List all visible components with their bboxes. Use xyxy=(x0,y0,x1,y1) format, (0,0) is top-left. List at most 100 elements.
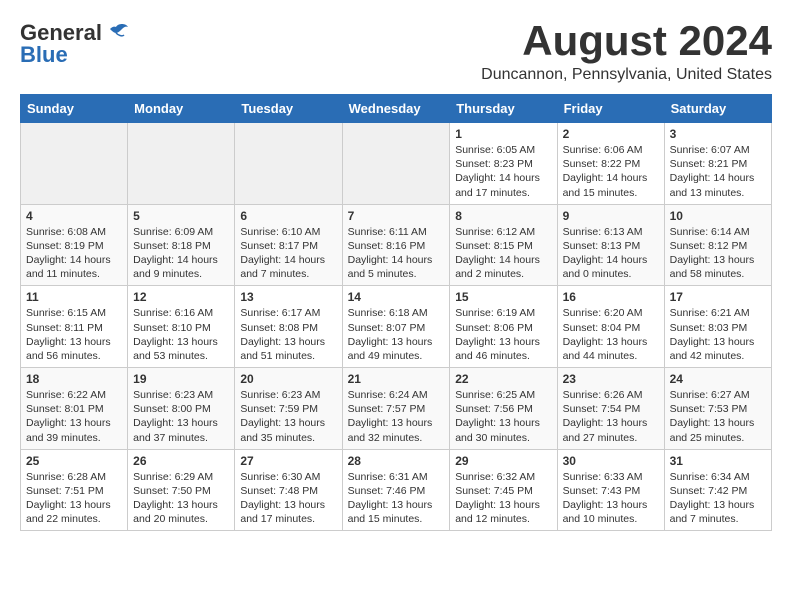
calendar-cell: 16 Sunrise: 6:20 AM Sunset: 8:04 PM Dayli… xyxy=(557,286,664,368)
week-row-5: 25 Sunrise: 6:28 AM Sunset: 7:51 PM Dayli… xyxy=(21,449,772,531)
day-number: 3 xyxy=(670,127,766,141)
day-info: Sunrise: 6:28 AM Sunset: 7:51 PM Dayligh… xyxy=(26,470,122,527)
calendar-cell xyxy=(342,123,450,205)
day-number: 14 xyxy=(348,290,445,304)
day-info: Sunrise: 6:17 AM Sunset: 8:08 PM Dayligh… xyxy=(240,306,336,363)
day-number: 11 xyxy=(26,290,122,304)
day-info: Sunrise: 6:29 AM Sunset: 7:50 PM Dayligh… xyxy=(133,470,229,527)
day-number: 31 xyxy=(670,454,766,468)
calendar-body: 1Sunrise: 6:05 AM Sunset: 8:23 PM Daylig… xyxy=(21,123,772,531)
calendar-cell xyxy=(128,123,235,205)
day-number: 24 xyxy=(670,372,766,386)
calendar-cell: 10 Sunrise: 6:14 AM Sunset: 8:12 PM Dayli… xyxy=(664,204,771,286)
calendar-cell: 12Sunrise: 6:16 AM Sunset: 8:10 PM Dayli… xyxy=(128,286,235,368)
day-header-tuesday: Tuesday xyxy=(235,95,342,123)
day-info: Sunrise: 6:26 AM Sunset: 7:54 PM Dayligh… xyxy=(563,388,659,445)
calendar-cell: 28 Sunrise: 6:31 AM Sunset: 7:46 PM Dayli… xyxy=(342,449,450,531)
day-number: 17 xyxy=(670,290,766,304)
calendar-cell: 2 Sunrise: 6:06 AM Sunset: 8:22 PM Daylig… xyxy=(557,123,664,205)
day-header-friday: Friday xyxy=(557,95,664,123)
day-info: Sunrise: 6:07 AM Sunset: 8:21 PM Dayligh… xyxy=(670,143,766,200)
day-info: Sunrise: 6:33 AM Sunset: 7:43 PM Dayligh… xyxy=(563,470,659,527)
day-number: 4 xyxy=(26,209,122,223)
calendar-cell: 31 Sunrise: 6:34 AM Sunset: 7:42 PM Dayli… xyxy=(664,449,771,531)
day-number: 25 xyxy=(26,454,122,468)
calendar-cell: 19Sunrise: 6:23 AM Sunset: 8:00 PM Dayli… xyxy=(128,368,235,450)
logo: General Blue xyxy=(20,20,130,68)
logo-bird-icon xyxy=(102,23,130,45)
calendar-cell xyxy=(235,123,342,205)
day-info: Sunrise: 6:06 AM Sunset: 8:22 PM Dayligh… xyxy=(563,143,659,200)
day-info: Sunrise: 6:20 AM Sunset: 8:04 PM Dayligh… xyxy=(563,306,659,363)
day-info: Sunrise: 6:21 AM Sunset: 8:03 PM Dayligh… xyxy=(670,306,766,363)
calendar-cell: 25 Sunrise: 6:28 AM Sunset: 7:51 PM Dayli… xyxy=(21,449,128,531)
week-row-1: 1Sunrise: 6:05 AM Sunset: 8:23 PM Daylig… xyxy=(21,123,772,205)
day-number: 30 xyxy=(563,454,659,468)
day-number: 2 xyxy=(563,127,659,141)
day-info: Sunrise: 6:31 AM Sunset: 7:46 PM Dayligh… xyxy=(348,470,445,527)
calendar-cell: 13 Sunrise: 6:17 AM Sunset: 8:08 PM Dayli… xyxy=(235,286,342,368)
calendar-cell: 3 Sunrise: 6:07 AM Sunset: 8:21 PM Daylig… xyxy=(664,123,771,205)
header: General Blue August 2024 Duncannon, Penn… xyxy=(20,20,772,84)
calendar-cell: 4 Sunrise: 6:08 AM Sunset: 8:19 PM Daylig… xyxy=(21,204,128,286)
calendar-cell: 11 Sunrise: 6:15 AM Sunset: 8:11 PM Dayli… xyxy=(21,286,128,368)
day-header-wednesday: Wednesday xyxy=(342,95,450,123)
day-number: 5 xyxy=(133,209,229,223)
day-header-monday: Monday xyxy=(128,95,235,123)
day-info: Sunrise: 6:09 AM Sunset: 8:18 PM Dayligh… xyxy=(133,225,229,282)
calendar-cell xyxy=(21,123,128,205)
day-info: Sunrise: 6:32 AM Sunset: 7:45 PM Dayligh… xyxy=(455,470,551,527)
calendar-cell: 9Sunrise: 6:13 AM Sunset: 8:13 PM Daylig… xyxy=(557,204,664,286)
calendar-cell: 20Sunrise: 6:23 AM Sunset: 7:59 PM Dayli… xyxy=(235,368,342,450)
day-number: 13 xyxy=(240,290,336,304)
day-number: 23 xyxy=(563,372,659,386)
day-info: Sunrise: 6:08 AM Sunset: 8:19 PM Dayligh… xyxy=(26,225,122,282)
day-info: Sunrise: 6:14 AM Sunset: 8:12 PM Dayligh… xyxy=(670,225,766,282)
day-info: Sunrise: 6:12 AM Sunset: 8:15 PM Dayligh… xyxy=(455,225,551,282)
calendar-cell: 18 Sunrise: 6:22 AM Sunset: 8:01 PM Dayli… xyxy=(21,368,128,450)
day-number: 26 xyxy=(133,454,229,468)
day-info: Sunrise: 6:30 AM Sunset: 7:48 PM Dayligh… xyxy=(240,470,336,527)
calendar-cell: 6 Sunrise: 6:10 AM Sunset: 8:17 PM Daylig… xyxy=(235,204,342,286)
week-row-3: 11 Sunrise: 6:15 AM Sunset: 8:11 PM Dayli… xyxy=(21,286,772,368)
day-number: 10 xyxy=(670,209,766,223)
day-number: 8 xyxy=(455,209,551,223)
day-info: Sunrise: 6:27 AM Sunset: 7:53 PM Dayligh… xyxy=(670,388,766,445)
title-area: August 2024 Duncannon, Pennsylvania, Uni… xyxy=(481,20,772,84)
day-number: 15 xyxy=(455,290,551,304)
calendar-header-row: SundayMondayTuesdayWednesdayThursdayFrid… xyxy=(21,95,772,123)
day-info: Sunrise: 6:10 AM Sunset: 8:17 PM Dayligh… xyxy=(240,225,336,282)
calendar-cell: 24 Sunrise: 6:27 AM Sunset: 7:53 PM Dayli… xyxy=(664,368,771,450)
calendar-cell: 29 Sunrise: 6:32 AM Sunset: 7:45 PM Dayli… xyxy=(450,449,557,531)
calendar-cell: 5 Sunrise: 6:09 AM Sunset: 8:18 PM Daylig… xyxy=(128,204,235,286)
day-number: 6 xyxy=(240,209,336,223)
day-info: Sunrise: 6:11 AM Sunset: 8:16 PM Dayligh… xyxy=(348,225,445,282)
day-number: 21 xyxy=(348,372,445,386)
calendar-cell: 14 Sunrise: 6:18 AM Sunset: 8:07 PM Dayli… xyxy=(342,286,450,368)
day-number: 20 xyxy=(240,372,336,386)
day-number: 29 xyxy=(455,454,551,468)
day-info: Sunrise: 6:15 AM Sunset: 8:11 PM Dayligh… xyxy=(26,306,122,363)
day-number: 16 xyxy=(563,290,659,304)
calendar-cell: 21 Sunrise: 6:24 AM Sunset: 7:57 PM Dayli… xyxy=(342,368,450,450)
day-info: Sunrise: 6:18 AM Sunset: 8:07 PM Dayligh… xyxy=(348,306,445,363)
day-number: 27 xyxy=(240,454,336,468)
calendar-cell: 26 Sunrise: 6:29 AM Sunset: 7:50 PM Dayli… xyxy=(128,449,235,531)
month-title: August 2024 xyxy=(481,20,772,62)
day-number: 19 xyxy=(133,372,229,386)
calendar-cell: 17 Sunrise: 6:21 AM Sunset: 8:03 PM Dayli… xyxy=(664,286,771,368)
location: Duncannon, Pennsylvania, United States xyxy=(481,66,772,84)
calendar-cell: 23 Sunrise: 6:26 AM Sunset: 7:54 PM Dayli… xyxy=(557,368,664,450)
day-info: Sunrise: 6:34 AM Sunset: 7:42 PM Dayligh… xyxy=(670,470,766,527)
calendar-cell: 15Sunrise: 6:19 AM Sunset: 8:06 PM Dayli… xyxy=(450,286,557,368)
day-number: 22 xyxy=(455,372,551,386)
day-info: Sunrise: 6:22 AM Sunset: 8:01 PM Dayligh… xyxy=(26,388,122,445)
day-header-saturday: Saturday xyxy=(664,95,771,123)
day-header-thursday: Thursday xyxy=(450,95,557,123)
day-number: 28 xyxy=(348,454,445,468)
day-number: 18 xyxy=(26,372,122,386)
logo-blue-text: Blue xyxy=(20,42,68,68)
calendar-cell: 22Sunrise: 6:25 AM Sunset: 7:56 PM Dayli… xyxy=(450,368,557,450)
day-number: 1 xyxy=(455,127,551,141)
day-info: Sunrise: 6:24 AM Sunset: 7:57 PM Dayligh… xyxy=(348,388,445,445)
